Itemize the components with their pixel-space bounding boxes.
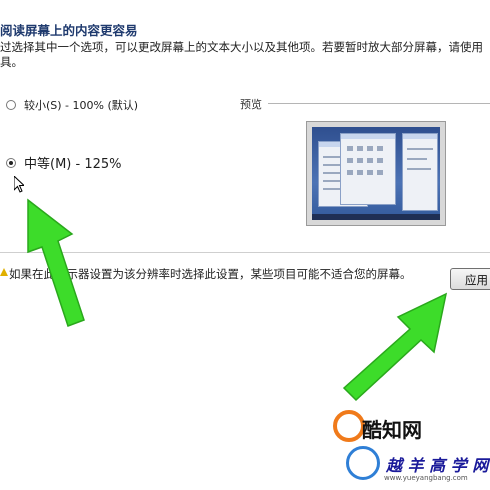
radio-medium[interactable] [6,157,16,168]
preview-taskbar [312,214,440,220]
watermark-url: www.yueyangbang.com [384,474,468,482]
mouse-cursor-icon [14,176,24,193]
preview-divider [268,103,490,104]
watermark-brand: 酷知网 [362,418,422,442]
watermark-logo2-icon [346,446,380,480]
warning-icon [0,268,8,276]
option-small[interactable]: 较小(S) - 100% (默认) [6,97,138,113]
preview-window-right [402,133,438,211]
watermark-logo-icon [333,410,365,442]
preview-screen [312,127,440,220]
apply-button[interactable]: 应用 [450,268,490,290]
option-medium-label: 中等(M) - 125% [24,157,122,172]
radio-small[interactable] [6,100,16,110]
section-description: 过选择其中一个选项，可以更改屏幕上的文本大小以及其他项。若要暂时放大部分屏幕，请… [0,40,483,69]
preview-monitor [306,121,446,226]
watermark-brand-secondary: 越 羊 高 学 网 [386,456,489,475]
warning-text: 如果在此显示器设置为该分辨率时选择此设置，某些项目可能不适合您的屏幕。 [9,267,412,281]
preview-label: 预览 [240,98,262,111]
option-small-label: 较小(S) - 100% (默认) [24,99,139,112]
section-divider [0,252,490,253]
section-title: 阅读屏幕上的内容更容易 [0,23,138,38]
preview-window-center [340,133,396,205]
option-medium[interactable]: 中等(M) - 125% [6,153,121,172]
